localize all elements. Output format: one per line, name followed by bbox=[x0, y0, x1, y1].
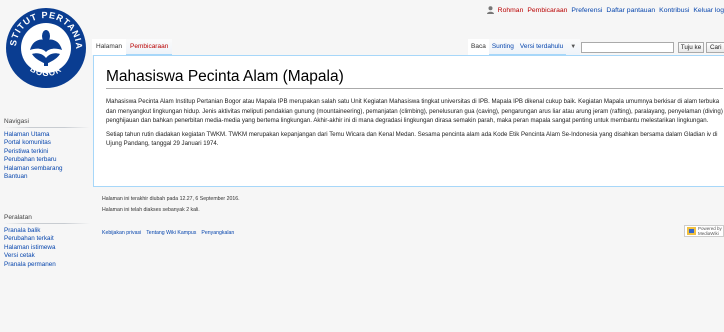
user-icon bbox=[486, 6, 494, 14]
site-logo[interactable]: INSTITUT PERTANIAN BOGOR bbox=[0, 0, 90, 92]
powered-by-text: Powered by MediaWiki bbox=[698, 226, 722, 236]
user-page-link[interactable]: Rohman bbox=[498, 7, 524, 14]
sidebar-item-permanent-link[interactable]: Pranala permanen bbox=[4, 261, 90, 269]
go-button[interactable]: Tuju ke bbox=[678, 42, 704, 53]
sidebar-heading-tools: Peralatan bbox=[4, 214, 90, 224]
sidebar-item-related-changes[interactable]: Perubahan terkait bbox=[4, 235, 90, 243]
last-modified-text: Halaman ini terakhir diubah pada 12.27, … bbox=[102, 196, 240, 202]
sidebar-item-what-links-here[interactable]: Pranala balik bbox=[4, 227, 90, 235]
tab-history[interactable]: Versi terdahulu bbox=[516, 39, 567, 55]
tab-discussion[interactable]: Pembicaraan bbox=[126, 39, 173, 55]
search-input[interactable] bbox=[581, 42, 674, 53]
more-actions-dropdown[interactable]: ▼ bbox=[566, 39, 581, 55]
tab-read[interactable]: Baca bbox=[468, 39, 489, 55]
disclaimer-link[interactable]: Penyangkalan bbox=[201, 230, 234, 236]
page-title: Mahasiswa Pecinta Alam (Mapala) bbox=[106, 68, 723, 89]
sidebar-tools: Peralatan Pranala balik Perubahan terkai… bbox=[4, 214, 90, 269]
search-button[interactable]: Cari bbox=[706, 42, 724, 53]
view-count-text: Halaman ini telah diakses sebanyak 2 kal… bbox=[102, 207, 200, 213]
sidebar-item-main-page[interactable]: Halaman Utama bbox=[4, 131, 90, 139]
watchlist-link[interactable]: Daftar pantauan bbox=[606, 7, 655, 14]
namespace-tabs: Halaman Pembicaraan bbox=[92, 39, 173, 55]
tab-edit[interactable]: Sunting bbox=[488, 39, 517, 55]
user-talk-link[interactable]: Pembicaraan bbox=[527, 7, 567, 14]
chevron-down-icon: ▼ bbox=[570, 44, 577, 50]
logout-link[interactable]: Keluar log bbox=[693, 7, 724, 14]
sidebar-item-random-page[interactable]: Halaman sembarang bbox=[4, 165, 90, 173]
sidebar-heading-navigation: Navigasi bbox=[4, 118, 90, 128]
preferences-link[interactable]: Preferensi bbox=[571, 7, 602, 14]
tab-page[interactable]: Halaman bbox=[92, 39, 127, 55]
powered-by-mediawiki-badge[interactable]: Powered by MediaWiki bbox=[684, 225, 724, 237]
contributions-link[interactable]: Kontribusi bbox=[659, 7, 689, 14]
footer-links: Kebijakan privasi Tentang Wiki Kampus Pe… bbox=[102, 230, 234, 236]
page-content: Mahasiswa Pecinta Alam (Mapala) Mahasisw… bbox=[93, 55, 724, 187]
paragraph-twkm: Setiap tahun rutin diadakan kegiatan TWK… bbox=[106, 130, 718, 148]
mediawiki-icon bbox=[687, 227, 696, 235]
sidebar-item-help[interactable]: Bantuan bbox=[4, 173, 90, 181]
footer-info: Halaman ini terakhir diubah pada 12.27, … bbox=[102, 196, 240, 218]
personal-tools: Rohman Pembicaraan Preferensi Daftar pan… bbox=[486, 4, 724, 16]
sidebar-item-printable-version[interactable]: Versi cetak bbox=[4, 252, 90, 260]
sidebar-item-recent-changes[interactable]: Perubahan terbaru bbox=[4, 156, 90, 164]
about-link[interactable]: Tentang Wiki Kampus bbox=[146, 230, 196, 236]
sidebar-navigation: Navigasi Halaman Utama Portal komunitas … bbox=[4, 118, 90, 181]
privacy-policy-link[interactable]: Kebijakan privasi bbox=[102, 230, 141, 236]
sidebar-item-community-portal[interactable]: Portal komunitas bbox=[4, 139, 90, 147]
sidebar-item-current-events[interactable]: Peristiwa terkini bbox=[4, 148, 90, 156]
view-tabs: Baca Sunting Versi terdahulu ▼ bbox=[468, 39, 581, 55]
sidebar-item-special-pages[interactable]: Halaman istimewa bbox=[4, 244, 90, 252]
paragraph-intro: Mahasiswa Pecinta Alam Institup Pertania… bbox=[106, 98, 723, 125]
